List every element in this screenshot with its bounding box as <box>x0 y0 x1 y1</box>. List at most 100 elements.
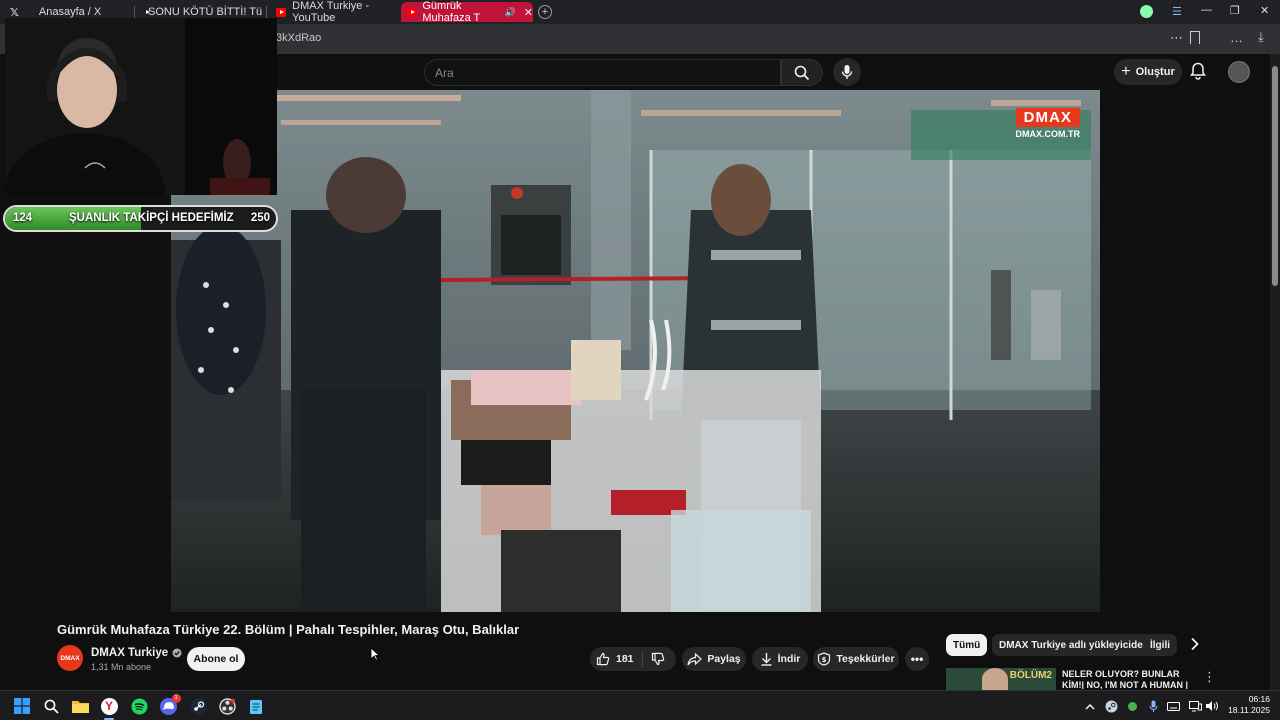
network-icon[interactable] <box>1188 699 1202 713</box>
channel-avatar-text: DMAX <box>60 654 80 662</box>
tab-manager-icon[interactable]: ☰ <box>1172 5 1182 18</box>
notifications-button[interactable] <box>1190 62 1206 85</box>
dislike-button[interactable] <box>643 652 665 666</box>
thumbs-down-icon <box>651 652 664 666</box>
verified-icon <box>172 648 182 658</box>
share-icon <box>687 652 703 665</box>
channel-avatar[interactable]: DMAX <box>57 645 83 671</box>
discord-icon[interactable]: 1 <box>158 693 181 716</box>
streamer-webcam <box>5 18 277 195</box>
page-scrollbar[interactable] <box>1270 54 1280 690</box>
search-box <box>424 59 781 86</box>
steam-icon[interactable] <box>188 696 208 716</box>
thanks-label: Teşekkürler <box>836 653 895 665</box>
thanks-button[interactable]: $ Teşekkürler <box>813 647 899 671</box>
status-green-icon[interactable] <box>1125 699 1139 713</box>
download-arrow-icon <box>761 653 772 666</box>
speaker-icon[interactable]: 🔊 <box>505 7 516 18</box>
dmax-watermark: DMAX DMAX.COM.TR <box>1015 108 1081 139</box>
more-icon: ••• <box>910 652 924 666</box>
maximize-button[interactable]: ❐ <box>1230 4 1240 17</box>
windows-taskbar: Y 1 06:16 18.11.2025 <box>0 690 1280 720</box>
microphone-tray-icon[interactable] <box>1146 699 1160 713</box>
bell-icon <box>1190 62 1206 80</box>
share-label: Paylaş <box>707 653 741 665</box>
chip-label: İlgili <box>1150 639 1170 651</box>
recommendation-thumbnail[interactable]: BÖLÜM2 <box>946 668 1056 690</box>
dmax-site: DMAX.COM.TR <box>1015 129 1081 139</box>
channel-name-row[interactable]: DMAX Turkiye <box>91 647 182 659</box>
tab-gumruk-muhafaza[interactable]: Gümrük Muhafaza T 🔊 ✕ <box>401 0 533 24</box>
keyboard-tray-icon[interactable] <box>1166 699 1180 713</box>
microphone-icon <box>841 65 853 79</box>
create-label: Oluştur <box>1135 66 1175 78</box>
share-button[interactable]: Paylaş <box>682 647 746 671</box>
notepad-icon[interactable] <box>246 696 266 716</box>
profile-icon[interactable] <box>1140 5 1153 18</box>
tab-dmax-youtube[interactable]: DMAX Turkiye - YouTube <box>270 0 396 24</box>
download-icon[interactable]: ⤓ <box>1258 29 1264 45</box>
chip-label: DMAX Turkiye adlı yükleyiciden <box>999 639 1149 651</box>
search-icon <box>794 65 810 80</box>
obs-icon[interactable] <box>217 696 237 716</box>
new-tab-button[interactable]: + <box>538 5 552 19</box>
show-hidden-icons-chevron-icon[interactable] <box>1083 699 1097 713</box>
chip-label: Tümü <box>953 639 981 651</box>
spotify-icon[interactable] <box>129 696 149 716</box>
cursor-arrow-icon <box>370 647 381 661</box>
video-player[interactable]: DMAX DMAX.COM.TR <box>171 90 1100 612</box>
video-frame <box>171 90 1100 612</box>
dmax-logo: DMAX <box>1015 108 1080 127</box>
super-thanks-icon: $ <box>818 652 831 666</box>
subscribe-label: Abone ol <box>193 653 239 665</box>
mouse-cursor <box>370 647 381 666</box>
bookmark-icon[interactable] <box>1190 31 1200 44</box>
chips-next-button[interactable] <box>1190 637 1200 656</box>
system-clock[interactable]: 06:16 18.11.2025 <box>1226 694 1270 716</box>
goal-end-value: 250 <box>250 212 270 224</box>
search-taskbar-icon[interactable] <box>41 696 61 716</box>
extensions-icon[interactable]: … <box>1230 30 1243 45</box>
tab-label: Anasayfa / X <box>38 6 102 18</box>
voice-search-button[interactable] <box>833 58 861 86</box>
search-button[interactable] <box>781 59 823 86</box>
chip-all[interactable]: Tümü <box>946 634 988 656</box>
recommendation-menu-icon[interactable]: ⋮ <box>1203 669 1216 685</box>
windows-start-icon[interactable] <box>12 696 32 716</box>
scrollbar-thumb[interactable] <box>1272 66 1278 286</box>
search-input[interactable] <box>425 60 755 85</box>
subscribe-button[interactable]: Abone ol <box>187 647 245 671</box>
close-window-button[interactable]: ✕ <box>1260 4 1269 17</box>
chevron-right-icon <box>1191 637 1199 651</box>
minimize-button[interactable]: — <box>1201 4 1212 16</box>
thumbs-up-icon <box>596 652 610 666</box>
tab-label: Gümrük Muhafaza T <box>422 0 481 24</box>
tab-label: SONU KÖTÜ BİTTİ! Türkiy <box>148 6 262 18</box>
steam-tray-icon[interactable] <box>1104 699 1118 713</box>
download-label: İndir <box>777 653 801 665</box>
follower-goal-bar: 124 ŞUANLIK TAKİPÇİ HEDEFİMİZ 250 <box>3 205 278 232</box>
more-actions-button[interactable]: ••• <box>905 647 929 671</box>
url-text[interactable]: 3kXdRao <box>276 32 321 44</box>
more-options-icon[interactable]: ⋯ <box>1170 30 1183 46</box>
clock-date: 18.11.2025 <box>1228 705 1270 715</box>
close-tab-icon[interactable]: ✕ <box>524 6 533 19</box>
channel-name[interactable]: DMAX Turkiye <box>91 647 168 659</box>
like-button[interactable]: 181 <box>596 651 643 667</box>
svg-text:$: $ <box>822 656 827 664</box>
file-explorer-icon[interactable] <box>70 696 90 716</box>
create-button[interactable]: + Oluştur <box>1114 59 1182 85</box>
yandex-browser-icon[interactable]: Y <box>99 696 119 716</box>
account-avatar[interactable] <box>1228 61 1250 83</box>
chip-related[interactable]: İlgili <box>1143 634 1177 656</box>
clock-time: 06:16 <box>1248 694 1270 704</box>
chip-from-uploader[interactable]: DMAX Turkiye adlı yükleyiciden <box>992 634 1156 656</box>
x-logo-icon: 𝕏 <box>10 6 19 19</box>
recommendation-title[interactable]: NELER OLUYOR? BUNLAR KİM!| NO, I'M NOT A… <box>1062 669 1194 689</box>
like-dislike-group: 181 <box>590 647 676 671</box>
download-button[interactable]: İndir <box>752 647 808 671</box>
plus-icon: + <box>1121 63 1131 80</box>
thumbnail-label: BÖLÜM2 <box>1009 670 1052 681</box>
volume-icon[interactable] <box>1205 699 1219 713</box>
goal-start-value: 124 <box>13 212 33 224</box>
